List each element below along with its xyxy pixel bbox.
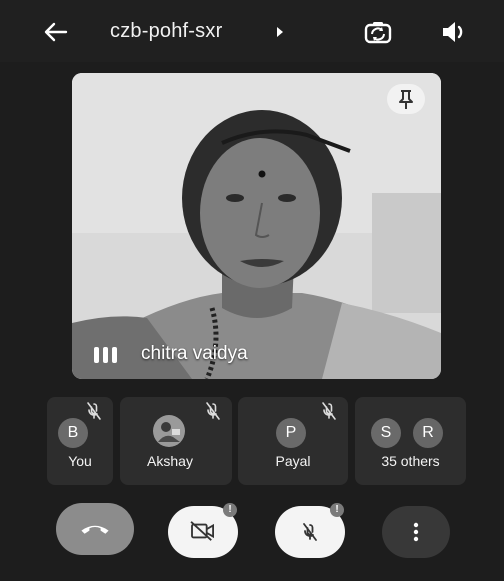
participant-name: You bbox=[68, 453, 92, 469]
avatar: R bbox=[411, 416, 445, 450]
pin-icon[interactable] bbox=[387, 84, 425, 114]
participant-tile-akshay[interactable]: Akshay bbox=[120, 397, 232, 485]
top-app-bar bbox=[0, 0, 504, 62]
mic-off-icon bbox=[87, 402, 101, 420]
camera-warning-badge: ! bbox=[223, 503, 237, 517]
participant-count-label: 35 others bbox=[381, 453, 440, 469]
end-call-icon bbox=[81, 525, 109, 534]
speaker-icon[interactable] bbox=[439, 18, 469, 46]
avatar: P bbox=[276, 418, 306, 448]
participant-name: Payal bbox=[275, 453, 311, 469]
mic-off-icon bbox=[322, 402, 336, 420]
meeting-code[interactable]: czb-pohf-sxr bbox=[110, 20, 222, 43]
participant-tile-payal[interactable]: P Payal bbox=[238, 397, 348, 485]
participant-tile-you[interactable]: B You bbox=[47, 397, 113, 485]
mic-warning-badge: ! bbox=[330, 503, 344, 517]
mic-off-icon bbox=[303, 523, 317, 541]
back-arrow-icon[interactable] bbox=[42, 18, 70, 46]
audio-level-icon bbox=[94, 347, 117, 363]
main-video-tile[interactable] bbox=[72, 73, 441, 379]
end-call-button[interactable] bbox=[56, 503, 134, 555]
participant-name: Akshay bbox=[147, 453, 193, 469]
more-vert-icon bbox=[413, 522, 419, 542]
avatar: S bbox=[371, 418, 401, 448]
avatar: B bbox=[58, 418, 88, 448]
speaker-video-frame bbox=[72, 73, 441, 379]
avatar-photo bbox=[153, 415, 185, 447]
mic-off-icon bbox=[206, 402, 220, 420]
speaker-name: chitra vaidya bbox=[141, 343, 248, 364]
participant-tile-others[interactable]: S R 35 others bbox=[355, 397, 466, 485]
switch-camera-icon[interactable] bbox=[363, 18, 393, 48]
camera-off-icon bbox=[190, 521, 214, 541]
more-options-button[interactable] bbox=[382, 506, 450, 558]
chevron-right-icon[interactable] bbox=[274, 22, 286, 42]
